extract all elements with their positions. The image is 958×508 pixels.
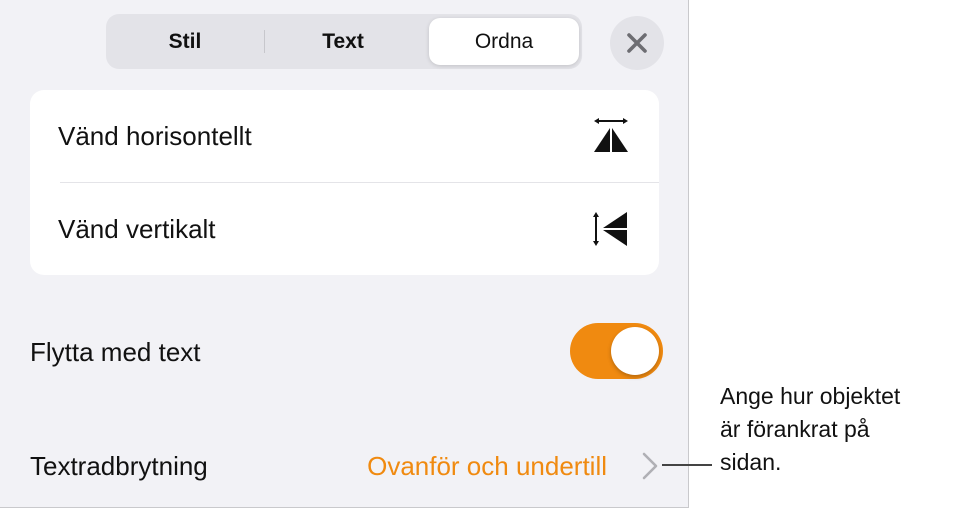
tab-ordna[interactable]: Ordna bbox=[429, 18, 579, 65]
flip-vertical-icon bbox=[593, 212, 627, 246]
text-wrap-value: Ovanför och undertill bbox=[367, 450, 607, 481]
flip-horizontal-row[interactable]: Vänd horisontellt bbox=[30, 90, 659, 182]
flip-horizontal-icon bbox=[594, 118, 628, 152]
callout-line-2: är förankrat på bbox=[720, 416, 870, 442]
flip-vertical-row[interactable]: Vänd vertikalt bbox=[30, 183, 659, 275]
chevron-right-icon bbox=[642, 452, 658, 480]
callout-line-1: Ange hur objektet bbox=[720, 383, 901, 409]
toggle-knob bbox=[611, 327, 659, 375]
text-wrap-row[interactable]: Textradbrytning Ovanför och undertill bbox=[30, 440, 663, 492]
flip-options-card: Vänd horisontellt Vänd vertikalt bbox=[30, 90, 659, 275]
xmark-icon bbox=[627, 33, 647, 53]
flip-vertical-label: Vänd vertikalt bbox=[58, 213, 216, 244]
move-with-text-label: Flytta med text bbox=[30, 336, 201, 367]
move-with-text-toggle[interactable] bbox=[570, 323, 663, 379]
flip-horizontal-label: Vänd horisontellt bbox=[58, 120, 252, 151]
close-button[interactable] bbox=[610, 16, 664, 70]
callout-text: Ange hur objektet är förankrat på sidan. bbox=[720, 380, 956, 479]
tab-stil[interactable]: Stil bbox=[106, 14, 264, 69]
tab-text[interactable]: Text bbox=[264, 14, 422, 69]
arrange-panel: Stil Text Ordna Vänd horisontellt Vänd v… bbox=[0, 0, 689, 508]
move-with-text-row: Flytta med text bbox=[30, 322, 663, 382]
text-wrap-label: Textradbrytning bbox=[30, 450, 208, 481]
callout-line bbox=[662, 464, 712, 466]
callout-line-3: sidan. bbox=[720, 449, 782, 475]
tab-segmented-control: Stil Text Ordna bbox=[106, 14, 582, 69]
